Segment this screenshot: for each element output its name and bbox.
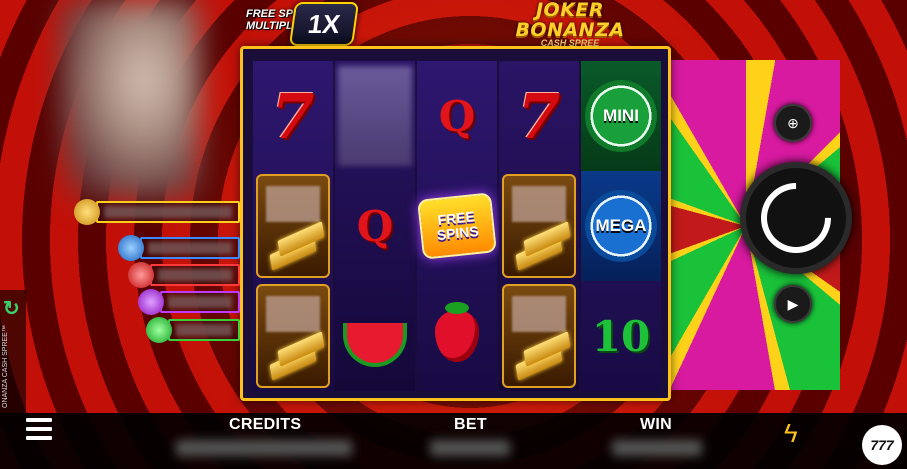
symbol-blurred bbox=[335, 61, 415, 171]
reel-3: Q FREE SPINS bbox=[417, 61, 497, 391]
purple-chip-icon bbox=[138, 289, 164, 315]
logo-line-2: BONANZA bbox=[515, 19, 625, 41]
spin-button[interactable] bbox=[740, 162, 852, 274]
reel-grid: 7 Q Q FREE SPINS 7 MINI MEGA 10 bbox=[240, 46, 671, 401]
symbol-queen: Q bbox=[438, 91, 476, 141]
symbol-strawberry bbox=[417, 281, 497, 391]
win-value bbox=[612, 440, 702, 456]
turbo-bolt-icon[interactable]: ϟ bbox=[784, 418, 798, 449]
credits-label: CREDITS bbox=[229, 416, 302, 433]
symbol-free-spins: FREE SPINS bbox=[417, 171, 497, 281]
coins-icon: ⊕ bbox=[787, 114, 799, 131]
reel-2: Q bbox=[335, 61, 415, 391]
logo-line-1: JOKER bbox=[535, 0, 605, 21]
bet-label: BET bbox=[454, 416, 487, 433]
jackpot-meter-grand bbox=[74, 199, 240, 225]
refresh-icon[interactable]: ↻ bbox=[3, 296, 20, 321]
symbol-mini-chip: MINI bbox=[581, 61, 661, 171]
symbol-gold-bars bbox=[253, 281, 333, 391]
multiplier-value: 1X bbox=[288, 2, 360, 46]
autoplay-button[interactable]: ▶ bbox=[774, 285, 812, 323]
reel-5: MINI MEGA 10 bbox=[581, 61, 661, 391]
spin-arrow-icon bbox=[746, 168, 846, 268]
symbol-watermelon bbox=[335, 281, 415, 391]
red-chip-icon bbox=[128, 262, 154, 288]
credits-value bbox=[176, 440, 352, 456]
green-chip-icon bbox=[146, 317, 172, 343]
side-game-title: ONANZA CASH SPREE™ bbox=[2, 325, 9, 408]
bet-value bbox=[430, 440, 510, 456]
blurred-character bbox=[60, 0, 200, 200]
symbol-seven: 7 bbox=[517, 79, 561, 153]
bet-settings-button[interactable]: ⊕ bbox=[774, 104, 812, 142]
menu-icon[interactable] bbox=[26, 418, 52, 442]
symbol-mega-chip: MEGA bbox=[581, 171, 661, 281]
bottom-bar: CREDITS BET WIN bbox=[0, 413, 907, 469]
symbol-queen: Q bbox=[356, 201, 394, 251]
win-label: WIN bbox=[640, 416, 673, 433]
jackpot-meter-major bbox=[128, 262, 240, 288]
symbol-gold-bars bbox=[499, 171, 579, 281]
symbol-gold-bars bbox=[499, 281, 579, 391]
jackpot-meter-mini bbox=[146, 317, 240, 343]
provider-badge[interactable]: 777 bbox=[862, 425, 902, 465]
gold-coin-icon bbox=[74, 199, 100, 225]
reel-4: 7 bbox=[499, 61, 579, 391]
reel-1: 7 bbox=[253, 61, 333, 391]
symbol-seven: 7 bbox=[271, 79, 315, 153]
autoplay-icon: ▶ bbox=[787, 295, 799, 312]
symbol-gold-bars bbox=[253, 171, 333, 281]
side-panel: ↻ ONANZA CASH SPREE™ bbox=[0, 290, 26, 414]
blue-chip-icon bbox=[118, 235, 144, 261]
jackpot-meter-minor bbox=[138, 289, 240, 315]
jackpot-meter-mega bbox=[118, 235, 240, 261]
symbol-ten: 10 bbox=[591, 311, 651, 361]
